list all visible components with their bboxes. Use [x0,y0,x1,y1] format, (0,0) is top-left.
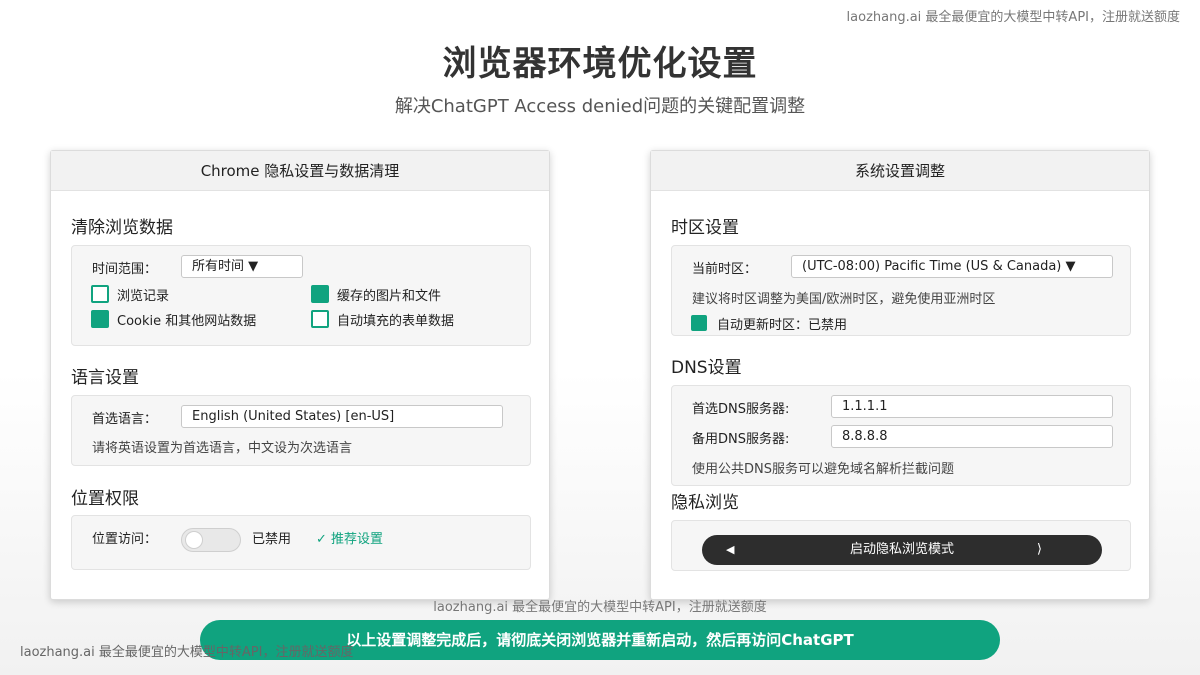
clear-data-group: 时间范围： 所有时间 ▼ 浏览记录 缓存的图片和文件 Cookie 和其他网站数… [71,245,531,346]
location-group: 位置访问： 已禁用 ✓ 推荐设置 [71,515,531,570]
watermark-middle: laozhang.ai 最全最便宜的大模型中转API，注册就送额度 [433,600,767,615]
current-timezone-label: 当前时区： [692,262,758,277]
private-button-label: 启动隐私浏览模式 [849,542,954,557]
checkbox-history[interactable] [91,285,109,303]
checkbox-autofill-label: 自动填充的表单数据 [337,314,455,329]
secondary-dns-field[interactable]: 8.8.8.8 [831,425,1113,448]
dns-title: DNS设置 [671,358,742,378]
primary-dns-field[interactable]: 1.1.1.1 [831,395,1113,418]
preferred-language-field[interactable]: English (United States) [en-US] [181,405,503,428]
language-hint: 请将英语设置为首选语言，中文设为次选语言 [92,441,353,456]
auto-timezone-checkbox[interactable] [691,315,707,331]
toggle-knob [185,531,203,549]
page-title: 浏览器环境优化设置 [442,44,758,84]
location-title: 位置权限 [71,489,139,509]
chrome-panel-header: Chrome 隐私设置与数据清理 [51,151,549,191]
timezone-hint: 建议将时区调整为美国/欧洲时区，避免使用亚洲时区 [692,292,996,307]
private-browsing-group: ◀ 启动隐私浏览模式 ⟩ [671,520,1131,571]
dns-hint: 使用公共DNS服务可以避免域名解析拦截问题 [692,462,954,477]
watermark-top: laozhang.ai 最全最便宜的大模型中转API，注册就送额度 [846,10,1180,25]
timezone-group: 当前时区： (UTC-08:00) Pacific Time (US & Can… [671,245,1131,336]
start-private-mode-button[interactable]: ◀ 启动隐私浏览模式 ⟩ [702,535,1102,565]
checkbox-autofill[interactable] [311,310,329,328]
checkbox-cache-label: 缓存的图片和文件 [337,289,442,304]
clear-data-title: 清除浏览数据 [71,218,173,238]
arrow-left-icon: ◀ [726,543,735,556]
time-range-label: 时间范围： [92,262,158,277]
checkbox-cookies-label: Cookie 和其他网站数据 [117,314,257,329]
checkbox-history-label: 浏览记录 [117,289,170,304]
timezone-select[interactable]: (UTC-08:00) Pacific Time (US & Canada) ▼ [791,255,1113,278]
auto-timezone-label: 自动更新时区：已禁用 [717,318,848,333]
language-group: 首选语言： English (United States) [en-US] 请将… [71,395,531,466]
checkbox-cache[interactable] [311,285,329,303]
chrome-privacy-panel: Chrome 隐私设置与数据清理 清除浏览数据 时间范围： 所有时间 ▼ 浏览记… [50,150,550,600]
checkbox-cookies[interactable] [91,310,109,328]
dns-group: 首选DNS服务器: 1.1.1.1 备用DNS服务器: 8.8.8.8 使用公共… [671,385,1131,486]
chevron-right-icon: ⟩ [1036,542,1042,557]
watermark-bottom: laozhang.ai 最全最便宜的大模型中转API，注册就送额度 [20,645,354,660]
time-range-select[interactable]: 所有时间 ▼ [181,255,303,278]
timezone-title: 时区设置 [671,218,739,238]
private-browsing-title: 隐私浏览 [671,493,739,513]
preferred-language-label: 首选语言： [92,412,158,427]
secondary-dns-label: 备用DNS服务器: [692,432,790,447]
system-settings-panel: 系统设置调整 时区设置 当前时区： (UTC-08:00) Pacific Ti… [650,150,1150,600]
location-status: 已禁用 [252,532,292,547]
location-toggle[interactable] [181,528,241,552]
system-panel-header: 系统设置调整 [651,151,1149,191]
language-title: 语言设置 [71,368,139,388]
page-subtitle: 解决ChatGPT Access denied问题的关键配置调整 [394,96,806,117]
location-access-label: 位置访问： [92,532,158,547]
recommend-label: ✓ 推荐设置 [316,532,384,547]
primary-dns-label: 首选DNS服务器: [692,402,790,417]
